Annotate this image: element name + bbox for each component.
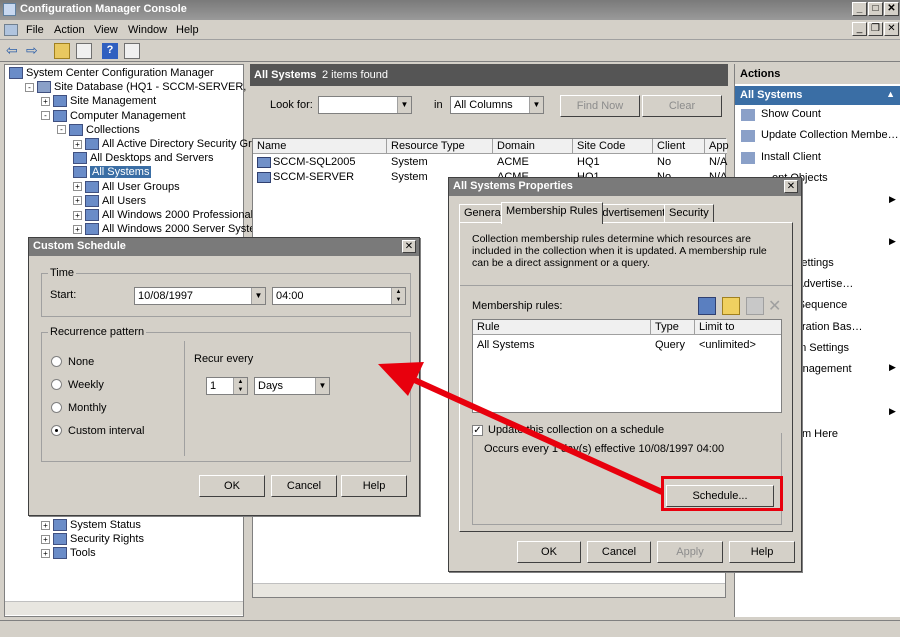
annotation-arrow [378, 362, 664, 495]
tab-membership-rules[interactable]: Membership Rules [501, 202, 603, 224]
